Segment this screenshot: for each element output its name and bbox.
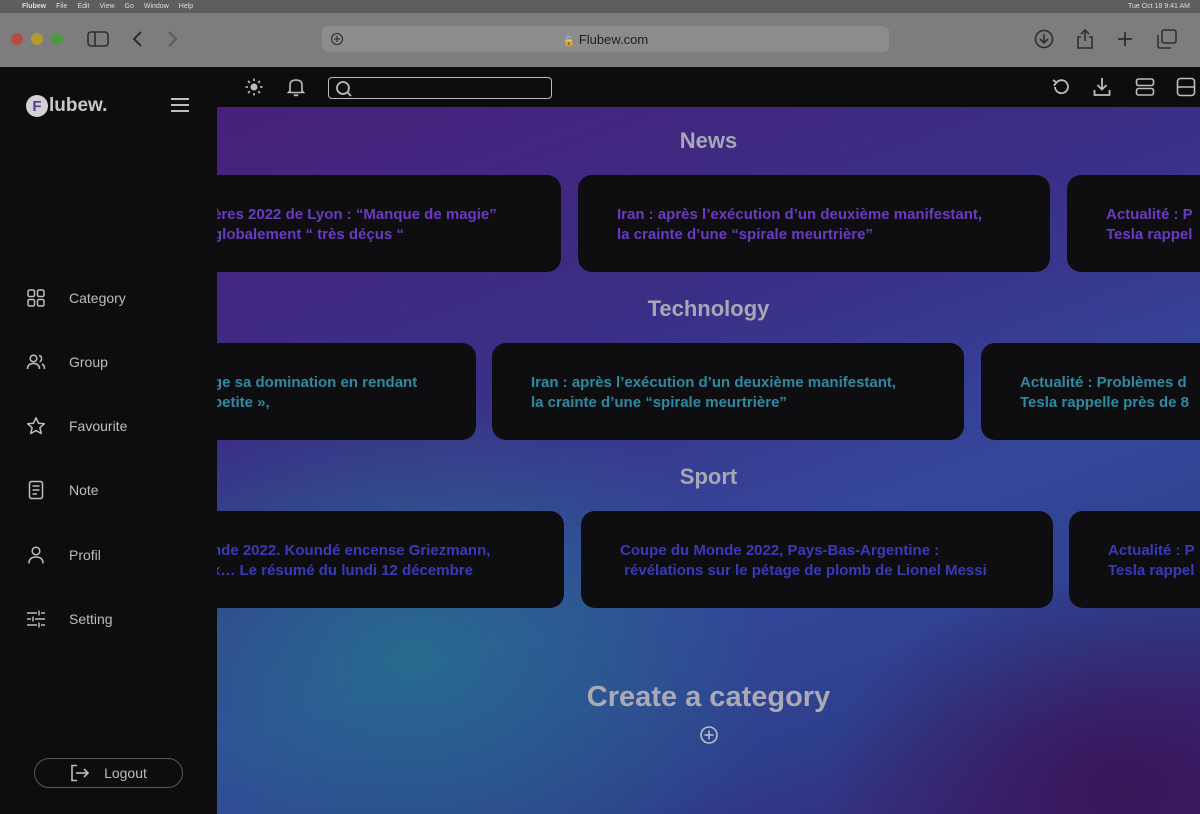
technology-card[interactable]: Iran : après l’exécution d’un deuxième m…	[492, 343, 964, 440]
technology-card[interactable]: Actualité : Problèmes d Tesla rappelle pr…	[981, 343, 1200, 440]
minimize-window-button[interactable]	[31, 33, 43, 45]
sport-card-title: Actualité : P Tesla rappel	[1108, 542, 1195, 579]
menu-edit[interactable]: Edit	[77, 3, 89, 10]
sidebar-item-label: Group	[69, 354, 108, 370]
sidebar-item-category[interactable]: Category	[26, 287, 126, 309]
menubar-clock: Tue Oct 18 9:41 AM	[1128, 3, 1190, 10]
split-view-icon[interactable]	[1176, 77, 1196, 97]
sidebar-item-label: Favourite	[69, 418, 128, 434]
url-value: Flubew.com	[578, 32, 649, 47]
menu-view[interactable]: View	[99, 3, 114, 10]
logout-button[interactable]: Logout	[34, 758, 183, 788]
forward-arrow-icon[interactable]	[165, 30, 179, 48]
sidebar-item-label: Note	[69, 482, 99, 498]
address-bar[interactable]: 🔒 Flubew.com	[322, 26, 889, 52]
section-title-technology: Technology	[647, 296, 770, 321]
app-logo[interactable]: F lubew.	[26, 95, 107, 117]
sidebar-item-profil[interactable]: Profil	[26, 544, 101, 566]
url-text[interactable]: 🔒 Flubew.com	[322, 32, 889, 47]
zoom-window-button[interactable]	[51, 33, 63, 45]
download-icon[interactable]	[1034, 29, 1054, 49]
star-icon	[26, 417, 46, 435]
sidebar-item-group[interactable]: Group	[26, 351, 108, 373]
menu-app-name[interactable]: Flubew	[22, 3, 46, 10]
sun-icon[interactable]	[245, 78, 263, 96]
download-page-icon[interactable]	[1093, 77, 1111, 97]
search-input[interactable]	[328, 77, 552, 99]
sidebar-item-label: Profil	[69, 547, 101, 563]
sidebar-item-setting[interactable]: Setting	[26, 608, 113, 630]
menu-window[interactable]: Window	[144, 3, 169, 10]
news-card[interactable]: Iran : après l’exécution d’un deuxième m…	[578, 175, 1050, 272]
sport-card-title: Coupe du Monde 2022, Pays-Bas-Argentine …	[620, 542, 987, 579]
news-card-title: Iran : après l’exécution d’un deuxième m…	[617, 206, 983, 243]
users-icon	[26, 354, 46, 370]
create-category-title: Create a category	[586, 681, 831, 713]
note-icon	[28, 480, 44, 500]
technology-card-title: ge sa domination en rendant petite »,	[217, 374, 418, 411]
list-view-icon[interactable]	[1135, 77, 1155, 97]
technology-card-title: Iran : après l’exécution d’un deuxième m…	[531, 374, 897, 411]
add-category-icon[interactable]	[700, 726, 718, 744]
macos-menubar: Flubew File Edit View Go Window Help Tue…	[0, 0, 1200, 13]
logo-mark: F	[26, 95, 48, 117]
sport-card[interactable]: Coupe du Monde 2022, Pays-Bas-Argentine …	[581, 511, 1053, 608]
news-card[interactable]: Actualité : P Tesla rappel	[1067, 175, 1200, 272]
menu-file[interactable]: File	[56, 3, 67, 10]
sport-card[interactable]: nde 2022. Koundé encense Griezmann, x… Le…	[217, 511, 564, 608]
section-title-sport: Sport	[679, 464, 738, 489]
menu-help[interactable]: Help	[179, 3, 193, 10]
menu-go[interactable]: Go	[125, 3, 134, 10]
sidebar-item-note[interactable]: Note	[26, 479, 99, 501]
sport-card[interactable]: Actualité : P Tesla rappel	[1069, 511, 1200, 608]
sidebar-item-label: Category	[69, 290, 126, 306]
news-card[interactable]: ères 2022 de Lyon : “Manque de magie” glo…	[217, 175, 561, 272]
new-tab-icon[interactable]	[1116, 30, 1134, 48]
news-card-title: Actualité : P Tesla rappel	[1106, 206, 1193, 243]
section-title-news: News	[679, 128, 738, 153]
bell-icon[interactable]	[287, 77, 305, 97]
user-icon	[28, 546, 44, 564]
sidebar: F lubew. Category Group Favourite Note P…	[0, 67, 217, 814]
close-window-button[interactable]	[11, 33, 23, 45]
logout-label: Logout	[104, 765, 147, 781]
refresh-icon[interactable]	[1051, 77, 1071, 97]
logout-icon	[71, 764, 90, 782]
technology-card-title: Actualité : Problèmes d Tesla rappelle pr…	[1020, 374, 1189, 411]
sidebar-item-favourite[interactable]: Favourite	[26, 415, 127, 437]
app-topbar	[217, 67, 1200, 107]
lock-icon: 🔒	[562, 36, 576, 47]
search-icon	[336, 81, 352, 97]
hamburger-menu-icon[interactable]	[171, 98, 189, 112]
sport-card-title: nde 2022. Koundé encense Griezmann, x… Le…	[217, 542, 491, 579]
app-window: F lubew. Category Group Favourite Note P…	[0, 67, 1200, 814]
sliders-icon	[27, 610, 45, 628]
tab-overview-icon[interactable]	[1157, 29, 1177, 49]
news-card-title: ères 2022 de Lyon : “Manque de magie” glo…	[217, 206, 497, 243]
logo-wordmark: lubew.	[49, 95, 108, 116]
share-icon[interactable]	[1076, 28, 1094, 50]
back-arrow-icon[interactable]	[131, 30, 145, 48]
technology-card[interactable]: ge sa domination en rendant petite »,	[217, 343, 476, 440]
sidebar-item-label: Setting	[69, 611, 113, 627]
grid-icon	[27, 289, 45, 307]
sidebar-toggle-icon[interactable]	[87, 30, 109, 48]
